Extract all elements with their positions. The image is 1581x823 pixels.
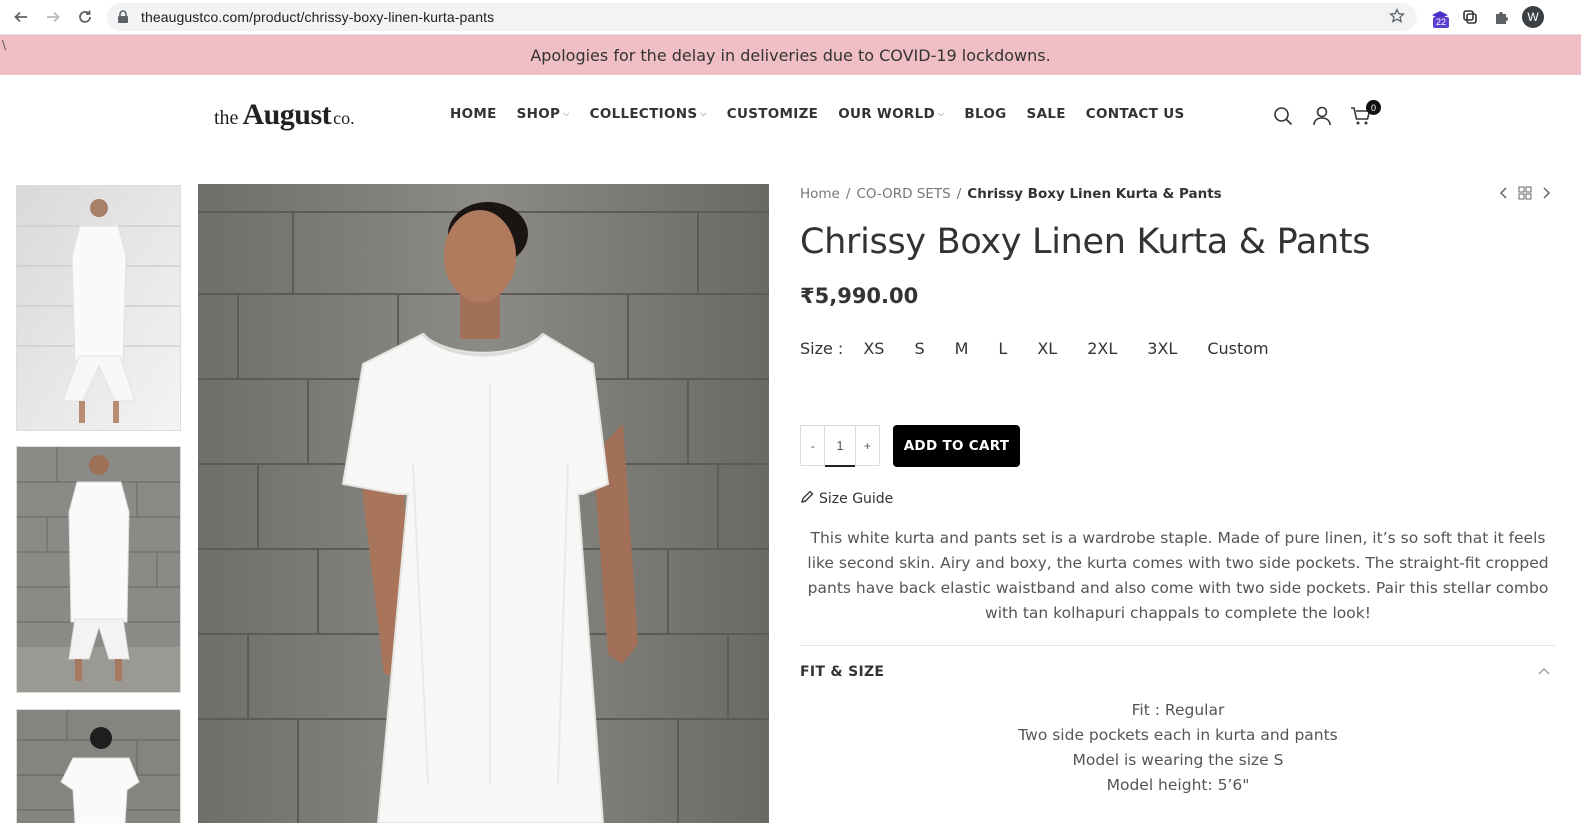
- product-navigation: [1498, 186, 1552, 205]
- back-arrow-icon[interactable]: [9, 5, 33, 29]
- size-option-3xl[interactable]: 3XL: [1147, 339, 1177, 358]
- browser-toolbar: theaugustco.com/product/chrissy-boxy-lin…: [0, 0, 1581, 35]
- breadcrumb-separator: /: [845, 186, 851, 202]
- breadcrumb-current: Chrissy Boxy Linen Kurta & Pants: [967, 186, 1222, 202]
- breadcrumb-home[interactable]: Home: [800, 186, 840, 202]
- chevron-down-icon: ⌵: [938, 109, 945, 118]
- divider: [800, 645, 1555, 646]
- size-selector: Size : XS S M L XL 2XL 3XL Custom: [800, 339, 1299, 358]
- breadcrumb-category[interactable]: CO-ORD SETS: [856, 186, 950, 202]
- fit-size-accordion-title[interactable]: FIT & SIZE: [800, 664, 884, 680]
- nav-item-collections[interactable]: COLLECTIONS ⌵: [590, 106, 707, 122]
- size-option-xl[interactable]: XL: [1037, 339, 1057, 358]
- fit-line: Fit : Regular: [1131, 701, 1225, 719]
- fit-size-content: Fit : Regular Two side pockets each in k…: [800, 698, 1556, 798]
- logo-the: the: [214, 107, 239, 129]
- forward-arrow-icon[interactable]: [41, 5, 65, 29]
- nav-item-home[interactable]: HOME: [450, 106, 497, 122]
- thumbnail-image-2[interactable]: [16, 446, 181, 693]
- cart-count-badge: 0: [1366, 100, 1381, 115]
- ruler-pencil-icon: [800, 490, 814, 508]
- nav-label: CUSTOMIZE: [726, 106, 819, 122]
- logo-august: August: [242, 98, 332, 131]
- nav-item-shop[interactable]: SHOP ⌵: [517, 106, 570, 122]
- reload-icon[interactable]: [73, 5, 97, 29]
- fit-line: Model height: 5’6": [1106, 776, 1250, 794]
- extension-badge: 22: [1433, 17, 1450, 28]
- stray-character: \: [2, 38, 7, 52]
- product-title: Chrissy Boxy Linen Kurta & Pants: [800, 222, 1371, 262]
- nav-label: HOME: [450, 106, 497, 122]
- nav-item-sale[interactable]: SALE: [1027, 106, 1066, 122]
- quantity-increase-button[interactable]: +: [856, 439, 879, 453]
- announcement-text: Apologies for the delay in deliveries du…: [530, 45, 1051, 65]
- size-option-s[interactable]: S: [914, 339, 924, 358]
- user-icon[interactable]: [1310, 104, 1334, 128]
- product-description: This white kurta and pants set is a ward…: [807, 529, 1549, 622]
- quantity-stepper: - 1 +: [800, 425, 880, 467]
- thumbnail-image-3[interactable]: [16, 709, 181, 823]
- nav-label: OUR WORLD: [838, 106, 935, 122]
- logo-co: co.: [333, 108, 355, 128]
- add-to-cart-button[interactable]: ADD TO CART: [893, 425, 1020, 467]
- previous-product-chevron-icon[interactable]: [1498, 186, 1510, 205]
- nav-label: SHOP: [516, 106, 561, 122]
- next-product-chevron-icon[interactable]: [1540, 186, 1552, 205]
- thumbnail-image-1[interactable]: [16, 185, 181, 431]
- nav-item-contact-us[interactable]: CONTACT US: [1086, 106, 1185, 122]
- bookmark-star-icon[interactable]: [1388, 7, 1406, 29]
- extensions-puzzle-icon[interactable]: [1489, 5, 1513, 29]
- size-option-xs[interactable]: XS: [863, 339, 884, 358]
- nav-label: COLLECTIONS: [589, 106, 698, 122]
- size-guide-link[interactable]: Size Guide: [800, 490, 893, 508]
- size-guide-label: Size Guide: [819, 491, 894, 507]
- profile-avatar[interactable]: W: [1522, 6, 1544, 28]
- nav-label: SALE: [1026, 106, 1066, 122]
- grid-view-icon[interactable]: [1518, 186, 1532, 205]
- nav-item-blog[interactable]: BLOG: [964, 106, 1006, 122]
- breadcrumb-separator: /: [956, 186, 962, 202]
- product-price: ₹5,990.00: [800, 284, 919, 308]
- quantity-decrease-button[interactable]: -: [801, 439, 824, 453]
- fit-line: Model is wearing the size S: [1072, 751, 1284, 769]
- breadcrumb: Home / CO-ORD SETS / Chrissy Boxy Linen …: [800, 186, 1222, 202]
- url-text: theaugustco.com/product/chrissy-boxy-lin…: [141, 9, 495, 25]
- nav-item-customize[interactable]: CUSTOMIZE: [727, 106, 818, 122]
- nav-label: BLOG: [964, 106, 1007, 122]
- chevron-up-icon[interactable]: [1537, 664, 1551, 683]
- chevron-down-icon: ⌵: [563, 109, 570, 118]
- main-navigation: HOME SHOP ⌵ COLLECTIONS ⌵ CUSTOMIZE OUR WO…: [450, 106, 1205, 122]
- size-option-2xl[interactable]: 2XL: [1087, 339, 1117, 358]
- site-logo[interactable]: the August co.: [214, 98, 355, 132]
- extension-copy-icon[interactable]: [1458, 5, 1482, 29]
- nav-item-our-world[interactable]: OUR WORLD ⌵: [838, 106, 944, 122]
- size-option-custom[interactable]: Custom: [1207, 339, 1268, 358]
- quantity-input[interactable]: 1: [824, 426, 856, 467]
- nav-label: CONTACT US: [1085, 106, 1185, 122]
- size-option-l[interactable]: L: [998, 339, 1007, 358]
- address-bar[interactable]: theaugustco.com/product/chrissy-boxy-lin…: [107, 3, 1417, 31]
- chevron-down-icon: ⌵: [700, 109, 707, 118]
- announcement-bar: \ Apologies for the delay in deliveries …: [0, 35, 1581, 75]
- lock-icon: [117, 10, 129, 29]
- main-product-image[interactable]: [198, 184, 769, 823]
- fit-line: Two side pockets each in kurta and pants: [1018, 726, 1338, 744]
- size-label: Size :: [800, 339, 844, 358]
- size-option-m[interactable]: M: [955, 339, 969, 358]
- search-icon[interactable]: [1271, 104, 1295, 128]
